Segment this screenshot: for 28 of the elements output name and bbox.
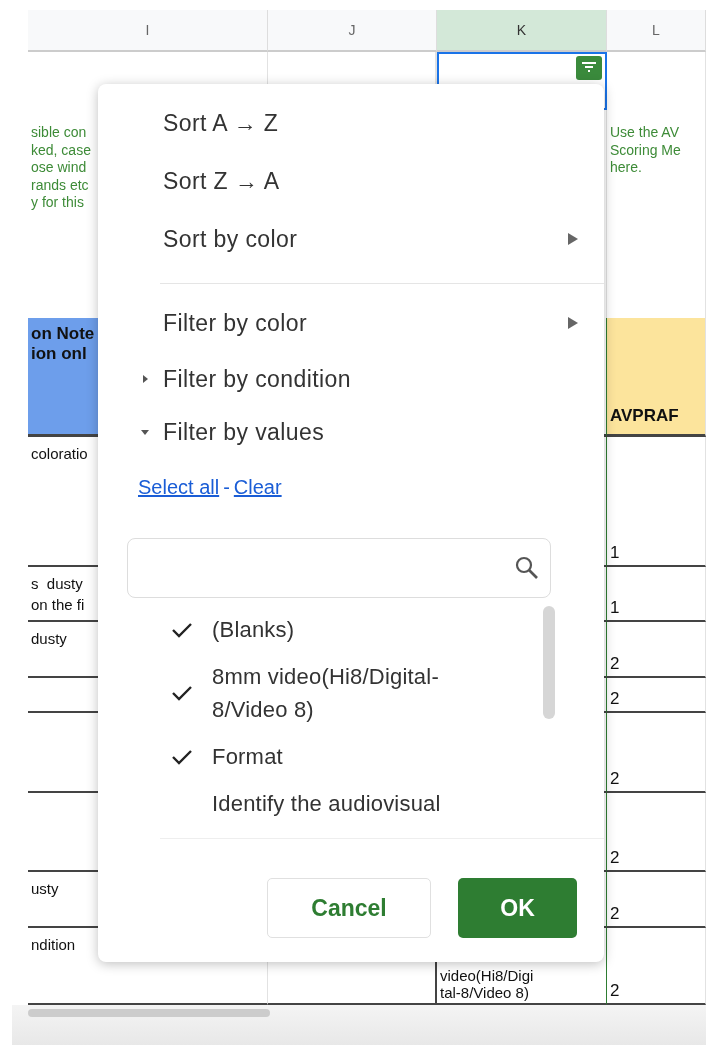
separator-text: - — [223, 475, 230, 499]
value-item[interactable]: Identify the audiovisual — [98, 780, 604, 826]
column-header[interactable]: L — [607, 10, 706, 52]
table-cell: 1 — [607, 567, 706, 622]
table-cell: 2 — [607, 872, 706, 928]
column-header[interactable]: K — [437, 10, 607, 52]
submenu-arrow-icon — [568, 317, 578, 329]
scrollbar-thumb[interactable] — [28, 1009, 270, 1017]
table-cell: 2 — [607, 713, 706, 793]
column-header[interactable]: I — [28, 10, 268, 52]
table-cell: 1 — [607, 437, 706, 567]
filter-icon — [581, 62, 597, 74]
table-cell: 2 — [607, 622, 706, 678]
cancel-button[interactable]: Cancel — [267, 878, 431, 938]
caret-icon — [140, 374, 150, 384]
header-cell: AVPRAF — [607, 318, 706, 437]
search-field[interactable] — [127, 538, 551, 598]
caret-icon — [140, 427, 150, 437]
table-cell: 2 — [607, 678, 706, 713]
table-cell: 2 — [607, 793, 706, 872]
column-header[interactable]: J — [268, 10, 437, 52]
search-icon — [514, 555, 540, 581]
value-item[interactable]: Format — [98, 733, 604, 780]
submenu-arrow-icon — [568, 233, 578, 245]
filter-button[interactable] — [576, 56, 602, 80]
select-all-link[interactable]: Select all — [138, 475, 220, 499]
scrollbar-thumb[interactable] — [543, 606, 555, 719]
ok-button[interactable]: OK — [458, 878, 577, 938]
